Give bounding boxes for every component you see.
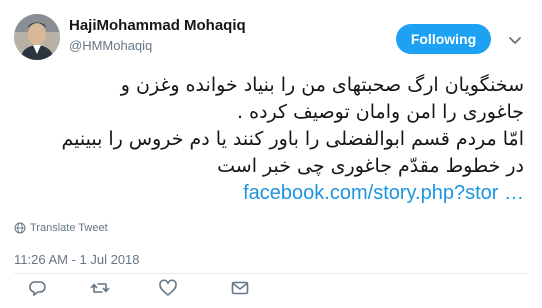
like-icon[interactable]	[158, 279, 178, 297]
avatar[interactable]	[14, 14, 60, 60]
tweet-link[interactable]: facebook.com/story.php?stor …	[14, 180, 524, 207]
tweet-line: جاغوری را امن وامان توصیف کرده .	[237, 101, 524, 123]
tweet-line: در خطوط مقدّم جاغوری چی خبر است	[217, 155, 524, 177]
divider	[14, 273, 528, 274]
translate-tweet-link[interactable]: Translate Tweet	[14, 222, 108, 234]
tweet-line: سخنگویان ارگ صحبتهای من را بنیاد خوانده …	[120, 74, 524, 96]
reply-icon[interactable]	[28, 279, 48, 297]
globe-icon	[14, 222, 26, 234]
translate-label: Translate Tweet	[30, 222, 108, 234]
following-button[interactable]: Following	[396, 24, 491, 54]
tweet-timestamp[interactable]: 11:26 AM - 1 Jul 2018	[14, 252, 140, 267]
user-handle[interactable]: @HMMohaqiq	[69, 38, 152, 53]
tweet-line: امّا مردم قسم ابوالفضلی را باور کنند یا …	[61, 128, 525, 150]
display-name[interactable]: HajiMohammad Mohaqiq	[69, 17, 246, 34]
tweet-actions	[14, 279, 294, 297]
chevron-down-icon[interactable]	[508, 33, 522, 44]
tweet-text: سخنگویان ارگ صحبتهای من را بنیاد خوانده …	[14, 72, 525, 207]
message-icon[interactable]	[230, 279, 250, 297]
retweet-icon[interactable]	[90, 279, 110, 297]
